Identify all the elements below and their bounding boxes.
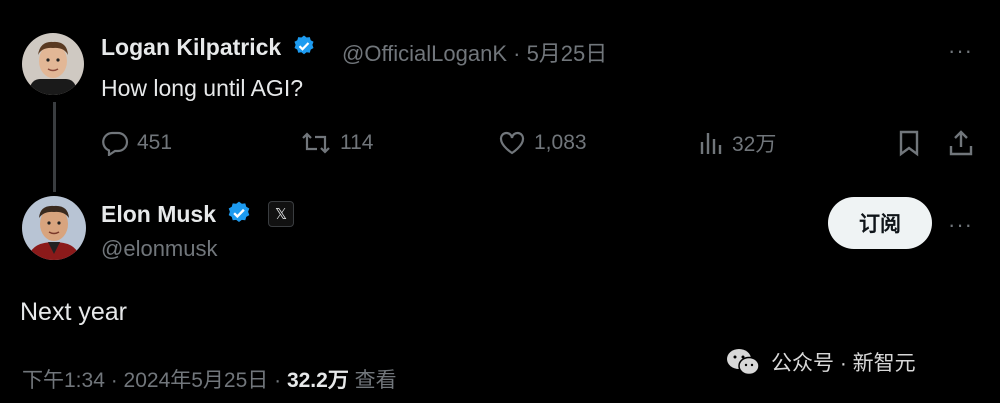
author-name-text[interactable]: Logan Kilpatrick (101, 34, 281, 60)
reply-icon (102, 131, 129, 156)
bookmark-button[interactable] (897, 128, 921, 158)
author-handle[interactable]: @elonmusk (101, 236, 218, 262)
subscribe-button[interactable]: 订阅 (828, 197, 932, 249)
verified-icon (292, 34, 316, 64)
author-name[interactable]: Elon Musk (101, 200, 252, 232)
views-count: 32万 (732, 133, 777, 156)
more-icon[interactable]: ··· (948, 212, 973, 238)
more-icon[interactable]: ··· (948, 38, 973, 64)
like-count: 1,083 (534, 131, 587, 154)
reply-button[interactable]: 451 (101, 128, 172, 158)
retweet-count: 114 (340, 131, 374, 154)
views-button[interactable]: 32万 (698, 128, 776, 158)
retweet-button[interactable]: 114 (300, 128, 373, 158)
tweet-text: Next year (20, 298, 127, 326)
author-name-text[interactable]: Elon Musk (101, 201, 216, 227)
tweet-thread-card: Logan Kilpatrick @OfficialLoganK · 5月25日… (0, 0, 1000, 403)
affiliate-badge-x[interactable]: 𝕏 (268, 201, 294, 227)
verified-icon (226, 200, 252, 232)
bookmark-icon (899, 130, 919, 157)
avatar-logan[interactable] (22, 33, 84, 95)
retweet-icon (302, 132, 330, 154)
like-button[interactable]: 1,083 (498, 128, 587, 158)
wechat-icon (727, 349, 760, 376)
thread-connector-line (53, 102, 56, 192)
tweet-meta: 下午1:34 · 2024年5月25日 · 32.2万 查看 (22, 364, 397, 394)
wechat-watermark: 公众号 · 新智元 (725, 347, 916, 377)
like-icon (499, 131, 525, 155)
author-handle-date[interactable]: @OfficialLoganK · 5月25日 (342, 36, 607, 68)
tweet-text: How long until AGI? (101, 75, 304, 101)
avatar-elon[interactable] (22, 196, 86, 260)
views-icon (700, 133, 722, 154)
share-button[interactable] (948, 128, 974, 158)
reply-count: 451 (137, 131, 173, 154)
watermark-text: 公众号 · 新智元 (771, 352, 916, 375)
share-icon (949, 130, 973, 156)
tweet-timestamp[interactable]: 下午1:34 · 2024年5月25日 · (22, 369, 287, 392)
views-label: 查看 (348, 369, 397, 392)
views-total: 32.2万 (286, 369, 349, 392)
author-name[interactable]: Logan Kilpatrick (101, 34, 316, 64)
